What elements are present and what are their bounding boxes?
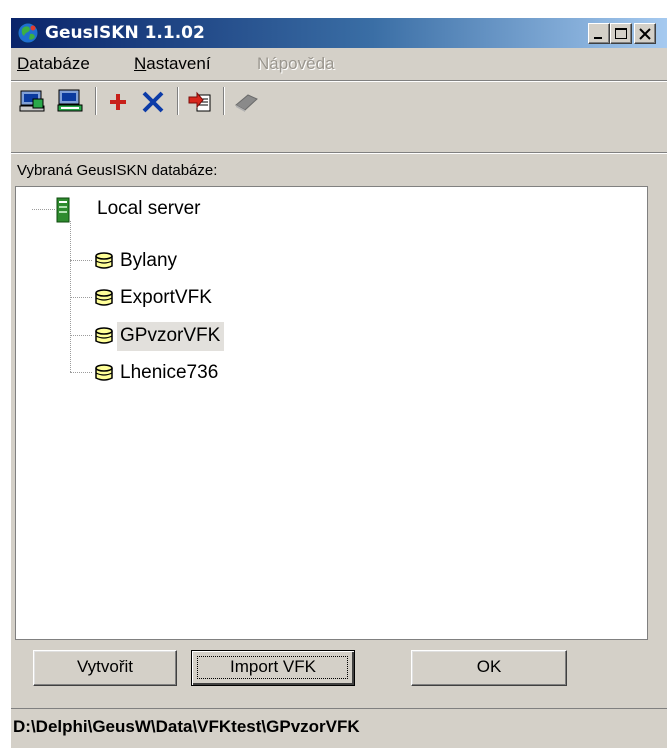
server-connect-icon bbox=[19, 90, 45, 112]
minimize-icon bbox=[594, 37, 602, 39]
tree-node-label: ExportVFK bbox=[120, 287, 212, 308]
status-path: D:\Delphi\GeusW\Data\VFKtest\GPvzorVFK bbox=[13, 717, 360, 736]
app-globe-icon bbox=[17, 22, 39, 44]
minimize-button[interactable] bbox=[588, 23, 610, 44]
delete-button[interactable] bbox=[138, 87, 168, 115]
connect-server-button[interactable] bbox=[17, 87, 47, 115]
close-icon bbox=[639, 28, 651, 40]
menu-databaze-accel: D bbox=[17, 54, 30, 73]
add-button[interactable] bbox=[103, 87, 133, 115]
server-icon bbox=[56, 197, 70, 223]
tree-connector bbox=[32, 209, 55, 210]
import-button-toolbar[interactable] bbox=[185, 87, 215, 115]
menu-databaze[interactable]: Databáze bbox=[17, 54, 90, 74]
main-window: GeusISKN 1.1.02 Databáze Nastavení Nápov… bbox=[10, 18, 667, 748]
tree-connector bbox=[70, 335, 92, 336]
database-label-row: Vybraná GeusISKN databáze: bbox=[11, 152, 667, 187]
create-button[interactable]: Vytvořit bbox=[33, 650, 177, 686]
title-bar[interactable]: GeusISKN 1.1.02 bbox=[11, 18, 667, 48]
server-save-icon bbox=[57, 89, 83, 112]
book-icon bbox=[235, 94, 258, 112]
maximize-button[interactable] bbox=[610, 23, 632, 44]
tree-node-label: Local server bbox=[97, 198, 201, 219]
ok-button-label: OK bbox=[476, 657, 502, 676]
database-icon bbox=[95, 252, 113, 269]
database-label: Vybraná GeusISKN databáze: bbox=[17, 162, 218, 179]
tree-node-label: Bylany bbox=[120, 250, 178, 271]
window-title: GeusISKN 1.1.02 bbox=[45, 23, 205, 43]
menu-nastaveni-accel: N bbox=[134, 54, 147, 73]
create-button-label: Vytvořit bbox=[76, 657, 134, 676]
menu-bar: Databáze Nastavení Nápověda bbox=[11, 48, 667, 78]
toolbar bbox=[11, 80, 667, 121]
database-icon bbox=[95, 289, 113, 306]
menu-nastaveni[interactable]: Nastavení bbox=[134, 54, 211, 74]
tree-connector bbox=[70, 297, 92, 298]
status-bar: D:\Delphi\GeusW\Data\VFKtest\GPvzorVFK bbox=[11, 708, 667, 749]
book-button[interactable] bbox=[231, 87, 261, 115]
toolbar-separator bbox=[95, 87, 97, 115]
menu-napoveda[interactable]: Nápověda bbox=[257, 54, 335, 74]
add-plus-icon bbox=[110, 94, 126, 110]
database-icon bbox=[95, 364, 113, 381]
maximize-icon bbox=[615, 28, 627, 39]
import-vfk-button[interactable]: Import VFK bbox=[191, 650, 355, 686]
database-icon bbox=[95, 327, 113, 344]
save-server-button[interactable] bbox=[55, 87, 85, 115]
menu-databaze-label: atabáze bbox=[29, 54, 90, 73]
import-icon bbox=[188, 91, 211, 112]
delete-x-icon bbox=[142, 91, 164, 113]
tree-connector bbox=[70, 260, 92, 261]
close-button[interactable] bbox=[634, 23, 656, 44]
database-tree[interactable]: Local server Bylany ExportVFK GPvzorVFK … bbox=[15, 186, 648, 640]
toolbar-separator bbox=[223, 87, 225, 115]
tree-node-label: GPvzorVFK bbox=[117, 322, 225, 351]
ok-button[interactable]: OK bbox=[411, 650, 567, 686]
toolbar-separator bbox=[177, 87, 179, 115]
menu-nastaveni-label: astavení bbox=[146, 54, 211, 73]
tree-node-label: Lhenice736 bbox=[120, 362, 219, 383]
import-vfk-button-label: Import VFK bbox=[230, 657, 316, 676]
tree-connector bbox=[70, 372, 92, 373]
